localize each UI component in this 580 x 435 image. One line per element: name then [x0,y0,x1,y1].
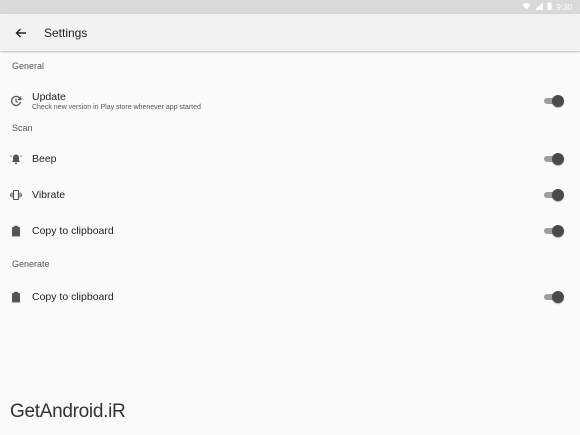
section-header-generate: Generate [12,259,50,269]
setting-generate-clipboard-title: Copy to clipboard [32,291,114,303]
settings-list: General Update Check new version in Play… [0,51,580,317]
setting-scan-clipboard[interactable]: Copy to clipboard [0,213,580,249]
toggle-thumb [552,225,564,237]
setting-beep[interactable]: Beep [0,141,580,177]
setting-update-title: Update [32,90,66,103]
beep-toggle[interactable] [544,152,564,166]
toggle-thumb [552,189,564,201]
scan-clipboard-toggle[interactable] [544,224,564,238]
status-bar: 9:30 [0,0,580,14]
toggle-thumb [552,95,564,107]
vibrate-icon [10,189,22,201]
status-icons: 9:30 [522,2,572,12]
update-icon [10,95,22,107]
setting-beep-text: Beep [32,153,57,165]
toggle-thumb [552,153,564,165]
vibrate-toggle[interactable] [544,188,564,202]
toggle-thumb [552,291,564,303]
setting-beep-title: Beep [32,153,57,165]
setting-update-text: Update Check new version in Play store w… [32,91,201,112]
wifi-icon [522,2,531,12]
setting-vibrate[interactable]: Vibrate [0,177,580,213]
page-title: Settings [44,25,88,40]
signal-icon [535,2,544,12]
setting-generate-clipboard-text: Copy to clipboard [32,291,114,303]
section-header-scan: Scan [12,123,33,133]
setting-scan-clipboard-title: Copy to clipboard [32,225,114,237]
status-time: 9:30 [556,2,572,12]
setting-vibrate-text: Vibrate [32,189,65,201]
setting-vibrate-title: Vibrate [32,189,66,201]
clipboard-icon [10,225,22,237]
update-toggle[interactable] [544,94,564,108]
clipboard-icon [10,291,22,303]
app-bar: Settings [0,14,580,51]
setting-update-subtitle: Check new version in Play store whenever… [32,103,201,111]
watermark: GetAndroid.iR [10,401,126,422]
section-header-general: General [12,61,45,71]
setting-generate-clipboard[interactable]: Copy to clipboard [0,277,580,317]
generate-clipboard-toggle[interactable] [544,290,564,304]
setting-update[interactable]: Update Check new version in Play store w… [0,81,580,121]
bell-icon [10,153,22,165]
arrow-back-icon[interactable] [12,24,30,42]
battery-icon [547,2,552,12]
setting-scan-clipboard-text: Copy to clipboard [32,225,114,237]
